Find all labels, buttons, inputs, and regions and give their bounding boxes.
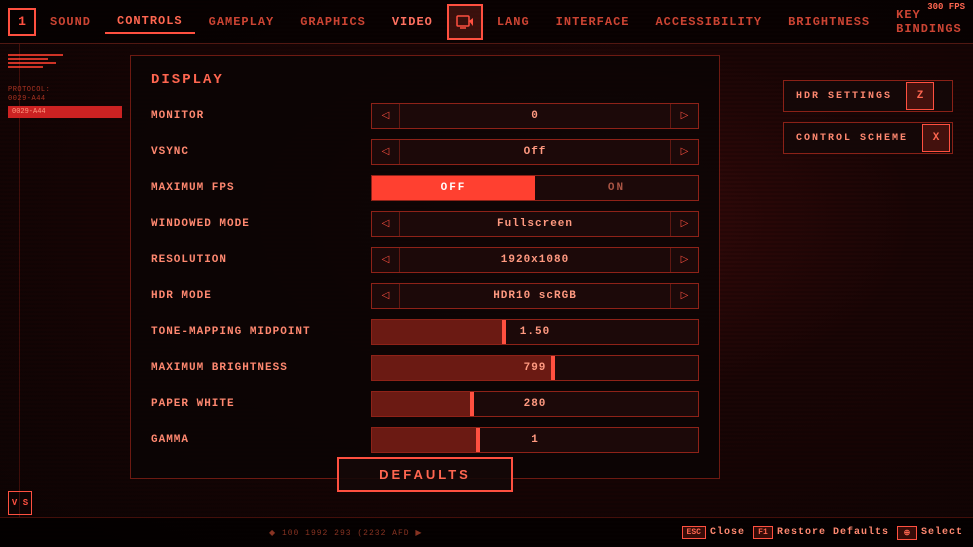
monitor-prev[interactable]: ◁ [372,104,400,128]
control-scheme-label: CONTROL SCHEME [784,133,920,144]
tonemapping-slider[interactable]: 1.50 [371,319,699,345]
nav-item-brightness[interactable]: BRIGHTNESS [776,11,882,33]
select-label: Select [921,527,963,538]
left-logo: PROTOCOL: 0029-A44 0029-A44 [8,52,122,118]
right-panel: HDR SETTINGS Z CONTROL SCHEME X [783,80,953,154]
restore-defaults-action[interactable]: F1 Restore Defaults [753,526,889,539]
control-scheme-button[interactable]: CONTROL SCHEME X [783,122,953,154]
hdr-settings-key: Z [906,82,934,110]
windowed-next[interactable]: ▷ [670,212,698,236]
left-bottom-icon: V S [8,491,32,515]
brightness-value: 799 [372,362,698,374]
setting-label-brightness: Maximum Brightness [151,362,371,374]
setting-row-windowed: Windowed Mode ◁ Fullscreen ▷ [151,210,699,238]
vsync-prev[interactable]: ◁ [372,140,400,164]
windowed-value: Fullscreen [400,218,670,230]
setting-row-paperwhite: Paper White 280 [151,390,699,418]
setting-row-maxfps: Maximum FPS OFF ON [151,174,699,202]
setting-row-resolution: Resolution ◁ 1920x1080 ▷ [151,246,699,274]
bottom-bar: ◆ 100 1992 293 (2232 AFD ▶ ESC Close F1 … [0,517,973,547]
bottom-center-text: ◆ 100 1992 293 (2232 AFD ▶ [269,528,423,538]
left-highlight: 0029-A44 [8,106,122,118]
restore-label: Restore Defaults [777,527,889,538]
setting-label-tonemapping: Tone-Mapping Midpoint [151,326,371,338]
nav-item-sound[interactable]: SOUND [38,11,103,33]
hdr-settings-button[interactable]: HDR SETTINGS Z [783,80,953,112]
defaults-button[interactable]: DEFAULTS [337,457,513,492]
close-key: ESC [682,526,706,539]
paperwhite-value: 280 [372,398,698,410]
vsync-next[interactable]: ▷ [670,140,698,164]
fps-counter: 300 FPS [927,2,965,12]
monitor-control[interactable]: ◁ 0 ▷ [371,103,699,129]
nav-video-icon[interactable] [447,4,483,40]
setting-row-gamma: Gamma 1 [151,426,699,454]
hdrmode-next[interactable]: ▷ [670,284,698,308]
main-panel: Display Monitor ◁ 0 ▷ VSync ◁ Off ▷ [130,55,720,479]
control-scheme-key: X [922,124,950,152]
resolution-value: 1920x1080 [400,254,670,266]
nav-item-lang[interactable]: LANG [485,11,542,33]
resolution-prev[interactable]: ◁ [372,248,400,272]
close-label: Close [710,527,745,538]
resolution-next[interactable]: ▷ [670,248,698,272]
nav-item-gameplay[interactable]: GAMEPLAY [197,11,287,33]
hdrmode-prev[interactable]: ◁ [372,284,400,308]
hdrmode-value: HDR10 scRGB [400,290,670,302]
setting-label-hdrmode: HDR Mode [151,290,371,302]
nav-item-video[interactable]: VIDEO [380,11,445,33]
vsync-value: Off [400,146,670,158]
resolution-control[interactable]: ◁ 1920x1080 ▷ [371,247,699,273]
monitor-next[interactable]: ▷ [670,104,698,128]
bottom-center: ◆ 100 1992 293 (2232 AFD ▶ [269,528,423,538]
bottom-right: ESC Close F1 Restore Defaults ⊕ Select [682,526,963,540]
restore-key: F1 [753,526,773,539]
left-code: 0029-A44 [8,95,122,104]
nav-btn-1[interactable]: 1 [8,8,36,36]
top-nav: 1 SOUND CONTROLS GAMEPLAY GRAPHICS VIDEO… [0,0,973,44]
select-key: ⊕ [897,526,917,540]
setting-row-brightness: Maximum Brightness 799 [151,354,699,382]
windowed-prev[interactable]: ◁ [372,212,400,236]
hdrmode-control[interactable]: ◁ HDR10 scRGB ▷ [371,283,699,309]
tonemapping-value: 1.50 [372,326,698,338]
nav-item-accessibility[interactable]: ACCESSIBILITY [643,11,774,33]
setting-label-resolution: Resolution [151,254,371,266]
setting-row-tonemapping: Tone-Mapping Midpoint 1.50 [151,318,699,346]
setting-label-windowed: Windowed Mode [151,218,371,230]
gamma-slider[interactable]: 1 [371,427,699,453]
setting-label-gamma: Gamma [151,434,371,446]
panel-title: Display [151,72,699,88]
left-protocol: PROTOCOL: [8,86,122,95]
nav-item-graphics[interactable]: GRAPHICS [288,11,378,33]
setting-label-paperwhite: Paper White [151,398,371,410]
setting-label-maxfps: Maximum FPS [151,182,371,194]
left-panel: PROTOCOL: 0029-A44 0029-A44 [0,44,130,517]
maxfps-toggle[interactable]: OFF ON [371,175,699,201]
maxfps-off[interactable]: OFF [372,176,535,200]
setting-row-monitor: Monitor ◁ 0 ▷ [151,102,699,130]
gamma-value: 1 [372,434,698,446]
hdr-settings-label: HDR SETTINGS [784,91,904,102]
windowed-control[interactable]: ◁ Fullscreen ▷ [371,211,699,237]
vsync-control[interactable]: ◁ Off ▷ [371,139,699,165]
close-action[interactable]: ESC Close [682,526,745,539]
maxfps-on[interactable]: ON [535,176,698,200]
setting-row-hdrmode: HDR Mode ◁ HDR10 scRGB ▷ [151,282,699,310]
nav-item-controls[interactable]: CONTROLS [105,10,195,34]
select-action[interactable]: ⊕ Select [897,526,963,540]
nav-item-interface[interactable]: INTERFACE [544,11,642,33]
paperwhite-slider[interactable]: 280 [371,391,699,417]
defaults-area: DEFAULTS [130,457,720,492]
setting-label-vsync: VSync [151,146,371,158]
monitor-value: 0 [400,110,670,122]
brightness-slider[interactable]: 799 [371,355,699,381]
setting-label-monitor: Monitor [151,110,371,122]
setting-row-vsync: VSync ◁ Off ▷ [151,138,699,166]
